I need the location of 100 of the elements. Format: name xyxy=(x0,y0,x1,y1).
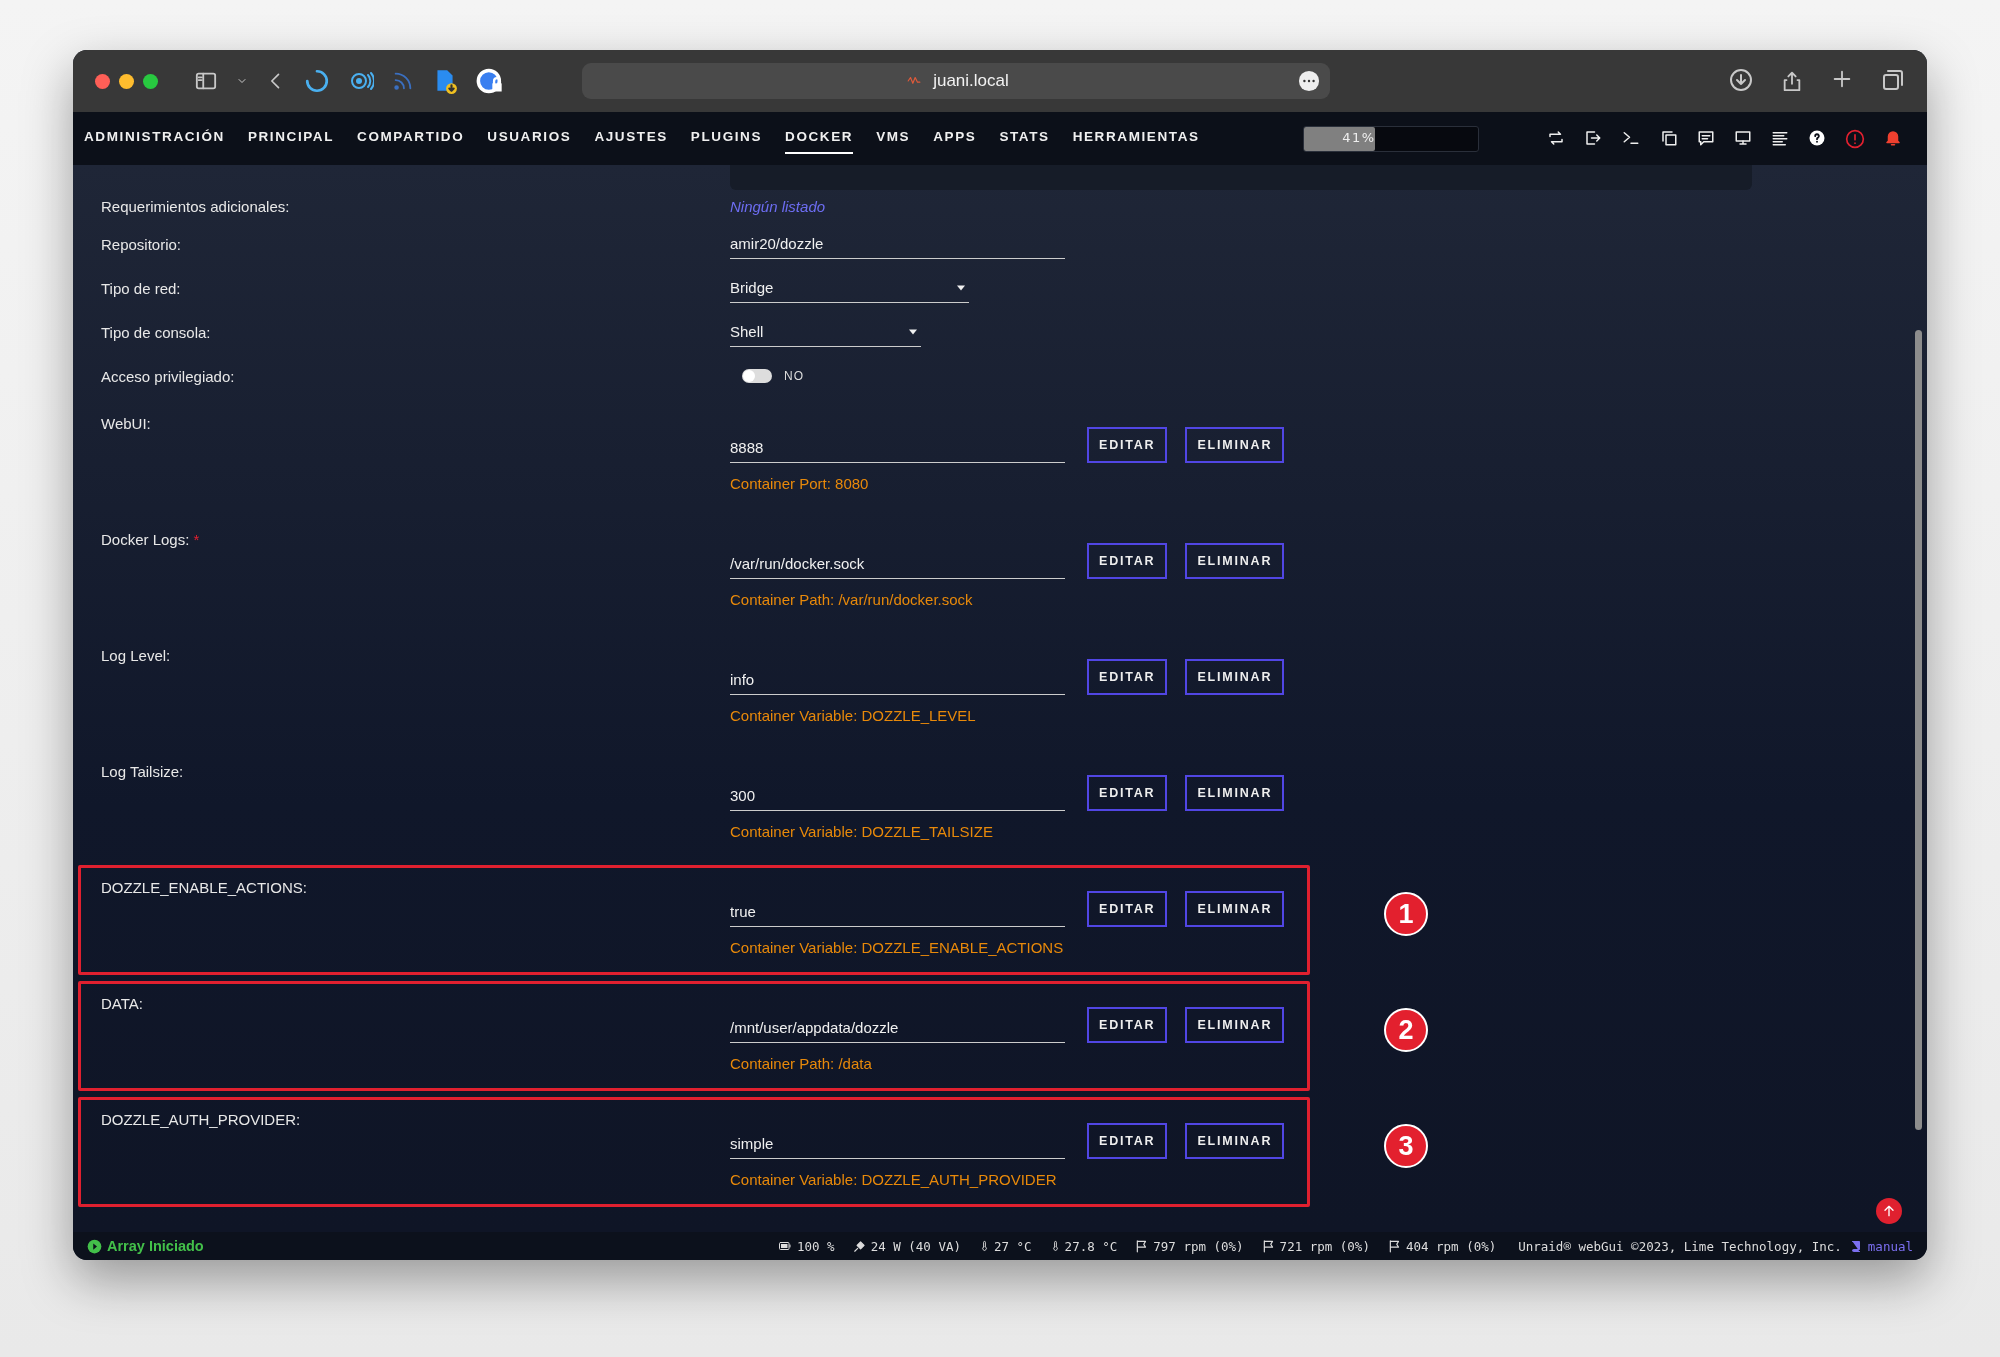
config-button[interactable]: ELIMINAR xyxy=(1185,543,1285,579)
container-description: Container Path: /var/run/docker.sock xyxy=(730,591,974,608)
scrollbar[interactable] xyxy=(1915,330,1922,1130)
nav-tab[interactable]: USUARIOS xyxy=(487,123,572,154)
close-button[interactable] xyxy=(95,73,110,89)
minimize-button[interactable] xyxy=(119,73,134,89)
field-label: DOZZLE_ENABLE_ACTIONS: xyxy=(101,879,307,896)
url-text: juani.local xyxy=(933,71,1009,91)
status-reading: 404 rpm (0%) xyxy=(1405,1238,1497,1254)
container-description: Container Variable: DOZZLE_ENABLE_ACTIONS xyxy=(730,939,1065,956)
flag-icon xyxy=(1261,1239,1276,1253)
select-field[interactable]: Shell xyxy=(730,317,921,347)
nav-tab[interactable]: VMS xyxy=(876,123,911,154)
nav-tab[interactable]: STATS xyxy=(999,123,1050,154)
input-field[interactable]: 300 xyxy=(730,781,1065,811)
config-button[interactable]: EDITAR xyxy=(1087,775,1168,811)
nav-tab[interactable]: COMPARTIDO xyxy=(357,123,465,154)
nav-tab[interactable]: ADMINISTRACIÓN xyxy=(84,123,225,154)
address-bar[interactable]: juani.local xyxy=(582,63,1330,99)
toggle-label: NO xyxy=(784,369,804,383)
note-text: Ningún listado xyxy=(730,197,826,215)
nav-tab[interactable]: PLUGINS xyxy=(690,123,763,154)
config-button[interactable]: EDITAR xyxy=(1087,427,1168,463)
field-label: Log Level: xyxy=(101,647,171,664)
field-label: Tipo de red: xyxy=(101,279,182,297)
play-icon xyxy=(87,1238,102,1254)
nav-tab[interactable]: PRINCIPAL xyxy=(247,123,335,154)
container-description: Container Path: /data xyxy=(730,1055,873,1072)
windows-icon[interactable] xyxy=(1660,128,1678,147)
field-label: WebUI: xyxy=(101,415,151,432)
manual-link[interactable]: manual xyxy=(1849,1238,1913,1254)
input-field[interactable]: simple xyxy=(730,1129,1065,1159)
status-reading: 100 % xyxy=(797,1238,835,1254)
download-icon[interactable] xyxy=(1729,68,1753,92)
nav-tab[interactable]: DOCKER xyxy=(785,123,854,154)
plus-icon[interactable] xyxy=(1831,68,1853,90)
required-mark: * xyxy=(193,531,200,548)
config-button[interactable]: EDITAR xyxy=(1087,891,1168,927)
tabs-icon[interactable] xyxy=(1881,68,1905,92)
field-label: Tipo de consola: xyxy=(101,323,212,341)
flag-icon xyxy=(1387,1239,1402,1253)
caret-icon xyxy=(909,328,917,335)
nav-tab[interactable]: AJUSTES xyxy=(594,123,668,154)
field-label: Docker Logs: xyxy=(101,531,190,548)
spinner-icon[interactable] xyxy=(304,68,330,94)
callout-number: 2 xyxy=(1384,1008,1428,1052)
config-button[interactable]: EDITAR xyxy=(1087,659,1168,695)
status-reading: 27 °C xyxy=(993,1238,1032,1254)
nav-tab[interactable]: HERRAMIENTAS xyxy=(1072,123,1200,154)
config-button[interactable]: ELIMINAR xyxy=(1185,659,1285,695)
more-icon[interactable] xyxy=(1298,70,1320,92)
input-field[interactable]: true xyxy=(730,897,1065,927)
plug-icon xyxy=(852,1239,867,1253)
field-label: Acceso privilegiado: xyxy=(101,367,236,385)
config-button[interactable]: ELIMINAR xyxy=(1185,1007,1285,1043)
nav-tab[interactable]: APPS xyxy=(933,123,977,154)
container-description: Container Variable: DOZZLE_LEVEL xyxy=(730,707,977,724)
config-button[interactable]: EDITAR xyxy=(1087,1123,1168,1159)
field-label: Log Tailsize: xyxy=(101,763,184,780)
status-reading: 721 rpm (0%) xyxy=(1279,1238,1370,1254)
container-description: Container Variable: DOZZLE_AUTH_PROVIDER xyxy=(730,1171,1058,1188)
toggle-switch[interactable] xyxy=(742,369,772,383)
message-icon[interactable] xyxy=(1697,128,1715,147)
select-field[interactable]: Bridge xyxy=(730,273,969,303)
callout-number: 1 xyxy=(1384,892,1428,936)
battery-icon xyxy=(777,1240,793,1252)
input-field[interactable]: /mnt/user/appdata/dozzle xyxy=(730,1013,1065,1043)
arrow-up-icon[interactable] xyxy=(1881,1203,1897,1219)
config-button[interactable]: ELIMINAR xyxy=(1185,1123,1285,1159)
lock-badge-icon[interactable] xyxy=(476,67,504,95)
container-description: Container Port: 8080 xyxy=(730,475,870,492)
container-description: Container Variable: DOZZLE_TAILSIZE xyxy=(730,823,994,840)
load-text: 41% xyxy=(1341,129,1376,145)
field-label: DATA: xyxy=(101,995,143,1012)
alert-icon[interactable] xyxy=(1845,128,1865,149)
repeat-icon[interactable] xyxy=(1547,128,1565,147)
scroll-top-button[interactable] xyxy=(1876,1198,1902,1224)
input-field[interactable]: info xyxy=(730,665,1065,695)
monitor-icon[interactable] xyxy=(1734,128,1752,147)
help-icon[interactable] xyxy=(1808,128,1826,147)
field-label: DOZZLE_AUTH_PROVIDER: xyxy=(101,1111,301,1128)
maximize-button[interactable] xyxy=(143,73,158,89)
input-field[interactable]: amir20/dozzle xyxy=(730,229,1065,259)
sidebar-icon[interactable] xyxy=(194,70,218,92)
config-button[interactable]: EDITAR xyxy=(1087,1007,1168,1043)
field-label: Repositorio: xyxy=(101,235,183,253)
bell-icon[interactable] xyxy=(1884,128,1902,147)
input-field[interactable]: 8888 xyxy=(730,433,1065,463)
field-label: Requerimientos adicionales: xyxy=(101,197,291,215)
config-button[interactable]: EDITAR xyxy=(1087,543,1168,579)
array-status: Array Iniciado xyxy=(107,1238,204,1254)
config-button[interactable]: ELIMINAR xyxy=(1185,427,1285,463)
status-reading: 24 W (40 VA) xyxy=(870,1238,961,1254)
caret-icon xyxy=(957,284,965,291)
star-waves-icon[interactable] xyxy=(348,69,374,93)
config-button[interactable]: ELIMINAR xyxy=(1185,775,1285,811)
book-icon xyxy=(1849,1239,1862,1253)
config-button[interactable]: ELIMINAR xyxy=(1185,891,1285,927)
input-field[interactable]: /var/run/docker.sock xyxy=(730,549,1065,579)
logout-icon[interactable] xyxy=(1584,128,1602,147)
